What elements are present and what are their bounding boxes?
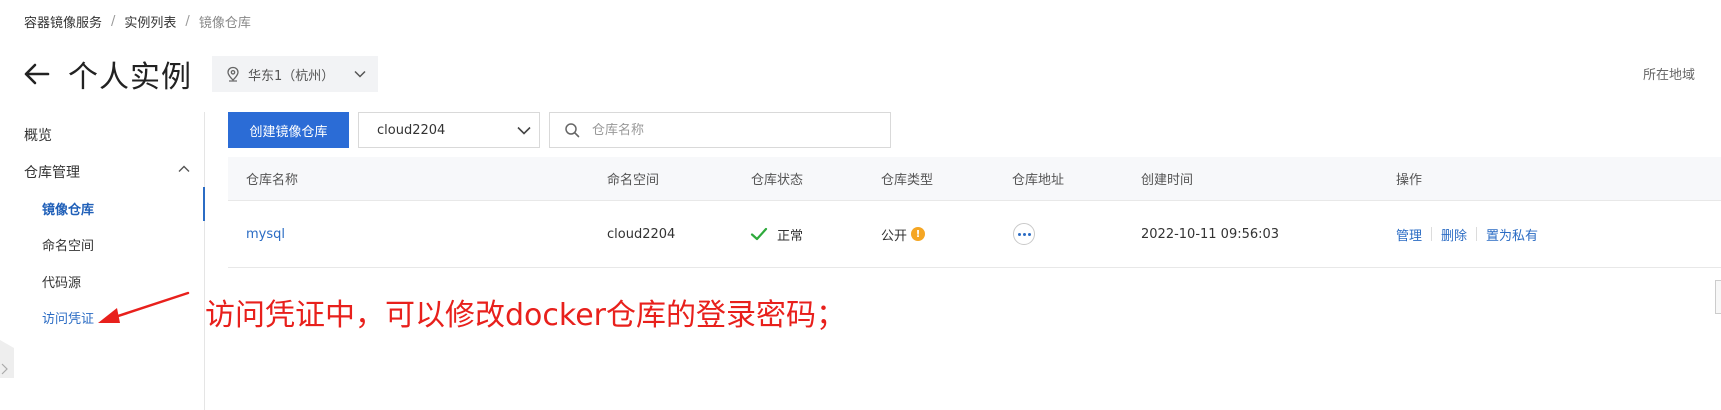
chevron-down-icon [517,126,531,135]
region-selector[interactable]: 华东1（杭州） [212,56,378,92]
repo-address [1013,201,1035,267]
column-header-status: 仓库状态 [751,173,804,188]
search-box[interactable] [549,112,891,148]
annotation-arrow-icon [98,291,190,323]
breadcrumb-item-current: 镜像仓库 [198,16,251,31]
column-header-address: 仓库地址 [1012,173,1065,188]
region-label: 华东1（杭州） [248,68,335,84]
breadcrumb-separator: / [111,14,116,29]
repo-type-text: 公开 [881,228,908,244]
annotation-text: 访问凭证中，可以修改docker仓库的登录密码； [205,298,846,333]
column-header-created: 创建时间 [1141,173,1194,188]
set-private-link[interactable]: 置为私有 [1486,225,1538,244]
repo-status-text: 正常 [777,228,804,244]
repo-status: 正常 [750,201,803,267]
title-row: 个人实例 华东1（杭州） [22,55,378,95]
page: 容器镜像服务 / 实例列表 / 镜像仓库 个人实例 华东1（杭州） 所在地域 概… [0,0,1721,410]
action-divider [1431,227,1433,241]
column-header-type: 仓库类型 [881,173,934,188]
back-arrow-icon[interactable] [22,62,50,86]
sidebar-item-namespaces[interactable]: 命名空间 [42,235,94,254]
create-repo-button[interactable]: 创建镜像仓库 [228,112,349,148]
column-header-actions: 操作 [1396,173,1423,188]
action-divider [1476,227,1478,241]
check-icon [750,227,768,241]
active-indicator [203,187,205,221]
chevron-right-icon [0,340,14,378]
delete-link[interactable]: 删除 [1441,225,1467,244]
location-pin-icon [227,66,239,82]
sidebar-item-code-source[interactable]: 代码源 [42,272,81,291]
namespace-select-value: cloud2204 [377,122,446,138]
column-header-namespace: 命名空间 [607,173,660,188]
table-row: mysql cloud2204 正常 公开 ! 2022-10-11 09:56… [228,201,1721,268]
sidebar-item-overview[interactable]: 概览 [24,125,52,145]
search-icon [565,123,580,138]
side-panel-handle[interactable] [1715,280,1721,314]
page-title: 个人实例 [68,60,192,95]
sidebar-group-repo-management[interactable]: 仓库管理 [24,162,80,182]
more-icon[interactable] [1013,223,1035,245]
breadcrumb: 容器镜像服务 / 实例列表 / 镜像仓库 [24,12,251,31]
chevron-up-icon[interactable] [178,165,190,173]
breadcrumb-item-service[interactable]: 容器镜像服务 [24,12,102,31]
sidebar: 概览 仓库管理 镜像仓库 命名空间 代码源 访问凭证 [0,112,205,410]
repo-created-time: 2022-10-11 09:56:03 [1141,226,1280,242]
repo-name-link[interactable]: mysql [246,201,285,267]
toolbar: 创建镜像仓库 cloud2204 [228,112,891,148]
sidebar-item-access-credentials[interactable]: 访问凭证 [42,308,94,327]
repo-type: 公开 ! [881,201,926,267]
chevron-down-icon [354,70,366,78]
region-label-right: 所在地域 [1642,68,1695,83]
repo-actions: 管理 删除 置为私有 [1396,201,1538,267]
manage-link[interactable]: 管理 [1396,225,1422,244]
warning-icon[interactable]: ! [911,227,926,241]
search-input[interactable] [592,122,876,138]
repo-namespace: cloud2204 [607,226,676,242]
table-header: 仓库名称 命名空间 仓库状态 仓库类型 仓库地址 创建时间 操作 [228,157,1721,201]
breadcrumb-separator: / [185,14,190,29]
sidebar-item-image-repos[interactable]: 镜像仓库 [42,199,94,218]
breadcrumb-item-instances[interactable]: 实例列表 [124,12,176,31]
column-header-name: 仓库名称 [246,173,299,188]
repo-table: 仓库名称 命名空间 仓库状态 仓库类型 仓库地址 创建时间 操作 mysql c… [228,157,1721,268]
namespace-select[interactable]: cloud2204 [358,112,540,148]
